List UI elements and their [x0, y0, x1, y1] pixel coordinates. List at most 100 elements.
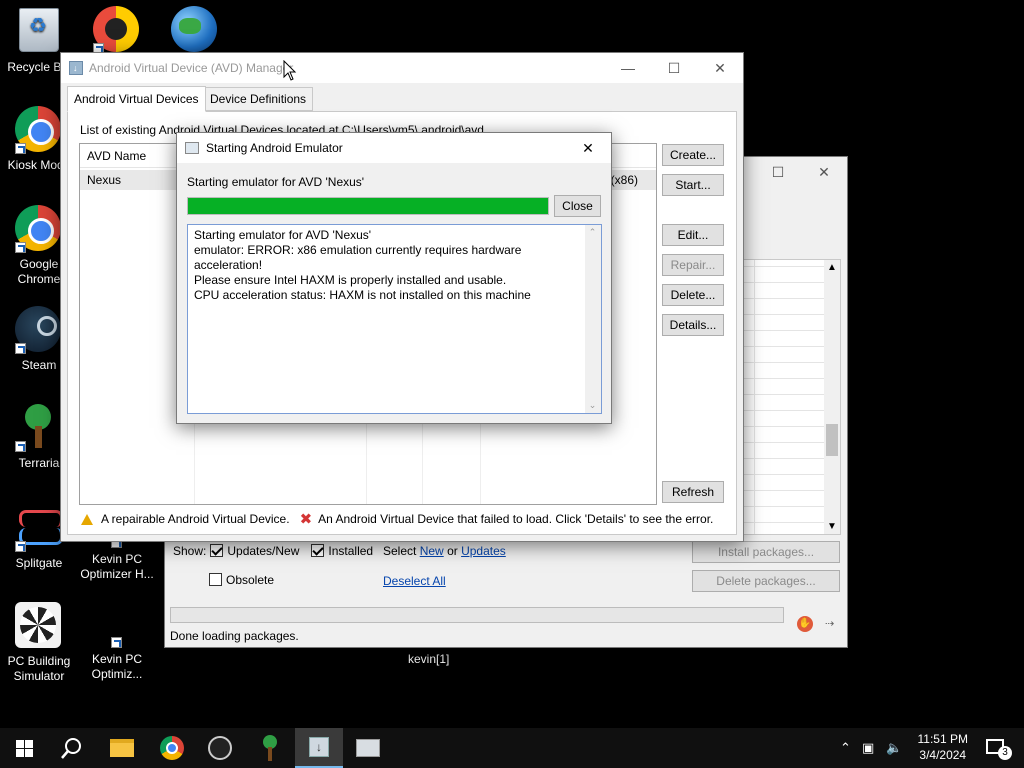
installed-checkbox[interactable]: Installed [311, 544, 373, 558]
taskbar-android-tools[interactable] [344, 728, 392, 768]
window-title: Android Virtual Device (AVD) Manager [89, 61, 294, 75]
scroll-down-icon[interactable]: ⌄ [588, 401, 597, 410]
column-divider [480, 414, 481, 504]
window-controls: ☐ ✕ [755, 157, 847, 187]
taskbar: ↓ ⌃ ▣ 🔈 11:51 PM 3/4/2024 3 [0, 728, 1024, 768]
scroll-down-icon[interactable]: ▼ [827, 521, 837, 532]
obs-icon [208, 736, 232, 760]
show-filter: Show: Updates/New Installed [173, 544, 373, 558]
notification-center-button[interactable]: 3 [986, 738, 1012, 760]
desktop-icon-app[interactable] [78, 6, 156, 58]
obsolete-checkbox[interactable]: Obsolete [209, 573, 274, 587]
updates-new-label: Updates/New [227, 544, 300, 558]
installed-label: Installed [328, 544, 374, 558]
terraria-icon [15, 404, 63, 452]
column-divider [422, 414, 423, 504]
globe-icon [171, 6, 219, 54]
progress-fill [188, 198, 548, 214]
scroll-up-icon[interactable]: ▲ [827, 262, 837, 273]
search-button[interactable] [48, 728, 96, 768]
vertical-scrollbar[interactable]: ▲ ▼ [824, 260, 840, 534]
log-scrollbar[interactable]: ⌃ ⌄ [585, 225, 601, 413]
updates-new-checkbox[interactable]: Updates/New [210, 544, 299, 558]
desktop-icon-kevin-optimizer[interactable]: Kevin PC Optimiz... [78, 620, 156, 682]
delete-packages-button[interactable]: Delete packages... [692, 570, 840, 592]
search-icon [61, 738, 81, 759]
emulator-status: Starting emulator for AVD 'Nexus' [187, 175, 365, 189]
taskbar-terraria[interactable] [246, 728, 294, 768]
maximize-button[interactable]: ☐ [755, 157, 801, 187]
app-shortcut-icon [93, 6, 141, 54]
scroll-thumb[interactable] [826, 424, 838, 456]
log-icon[interactable]: ⇢ [825, 617, 834, 630]
volume-muted-icon[interactable]: 🔈 [886, 740, 902, 756]
delete-button[interactable]: Delete... [662, 284, 724, 306]
legend: A repairable Android Virtual Device. ✖ A… [81, 510, 713, 528]
windows-logo-icon [15, 739, 33, 757]
status-text: Done loading packages. [170, 629, 299, 643]
emulator-progress-bar [187, 197, 549, 215]
clock[interactable]: 11:51 PM 3/4/2024 [918, 731, 968, 763]
terraria-icon [259, 735, 281, 761]
warning-icon [81, 513, 93, 525]
edit-button[interactable]: Edit... [662, 224, 724, 246]
or-label: or [447, 544, 458, 558]
network-icon[interactable]: ▣ [862, 740, 874, 756]
desktop-icon-label: Splitgate [15, 556, 63, 570]
desktop-icon-label: Kevin PC Optimizer H... [80, 552, 154, 581]
close-dialog-button[interactable]: Close [554, 195, 601, 217]
obsolete-label: Obsolete [226, 573, 275, 587]
emulator-log[interactable]: Starting emulator for AVD 'Nexus' emulat… [187, 224, 602, 414]
column-divider [194, 414, 195, 504]
clock-time: 11:51 PM [917, 732, 968, 746]
chrome-icon [15, 205, 63, 253]
clock-date: 3/4/2024 [919, 748, 967, 762]
close-button[interactable]: ✕ [697, 53, 743, 83]
close-button[interactable]: ✕ [565, 133, 611, 163]
window-icon [185, 142, 199, 154]
scroll-up-icon[interactable]: ⌃ [588, 228, 597, 237]
dialog-title: Starting Android Emulator [206, 141, 343, 155]
select-new-link[interactable]: New [420, 544, 444, 558]
select-updates-link[interactable]: Updates [461, 544, 506, 558]
tab-android-virtual-devices[interactable]: Android Virtual Devices [67, 86, 206, 112]
start-button[interactable]: Start... [662, 174, 724, 196]
minimize-button[interactable]: — [605, 53, 651, 83]
chrome-icon [160, 736, 184, 760]
taskbar-obs[interactable] [196, 728, 244, 768]
notification-count-badge: 3 [998, 746, 1012, 760]
checkbox-unchecked-icon [209, 573, 222, 586]
start-button[interactable] [0, 728, 48, 768]
taskbar-file-explorer[interactable] [98, 728, 146, 768]
refresh-button[interactable]: Refresh [662, 481, 724, 503]
legend-repairable: A repairable Android Virtual Device. [101, 512, 290, 526]
desktop-icon-label: PC Building Simulator [7, 654, 71, 683]
checkbox-checked-icon [210, 544, 224, 557]
log-line: acceleration! [194, 258, 263, 272]
maximize-button[interactable]: ☐ [651, 53, 697, 83]
recycle-bin-icon [15, 8, 63, 56]
install-packages-button[interactable]: Install packages... [692, 541, 840, 563]
fan-icon [15, 602, 63, 650]
stop-icon[interactable]: ✋ [797, 616, 813, 632]
taskbar-android-sdk[interactable]: ↓ [295, 728, 343, 768]
details-button[interactable]: Details... [662, 314, 724, 336]
desktop-icon-pc-building-simulator[interactable]: PC Building Simulator [0, 602, 78, 684]
tab-device-definitions[interactable]: Device Definitions [203, 87, 314, 111]
legend-failed: An Android Virtual Device that failed to… [318, 512, 714, 526]
close-button[interactable]: ✕ [801, 157, 847, 187]
show-label: Show: [173, 544, 207, 558]
deselect-all-link[interactable]: Deselect All [383, 574, 446, 588]
create-button[interactable]: Create... [662, 144, 724, 166]
splitgate-icon [15, 504, 63, 552]
error-icon: ✖ [299, 511, 313, 528]
repair-button[interactable]: Repair... [662, 254, 724, 276]
progress-bar [170, 607, 784, 623]
mouse-cursor-icon [283, 60, 297, 81]
taskbar-chrome[interactable] [148, 728, 196, 768]
desktop-icon-globe[interactable] [156, 6, 234, 58]
show-hidden-icons-button[interactable]: ⌃ [840, 740, 851, 756]
select-label: Select [383, 544, 417, 558]
desktop-icon-label: Kevin PC Optimiz... [91, 652, 143, 681]
folder-icon [110, 739, 134, 757]
